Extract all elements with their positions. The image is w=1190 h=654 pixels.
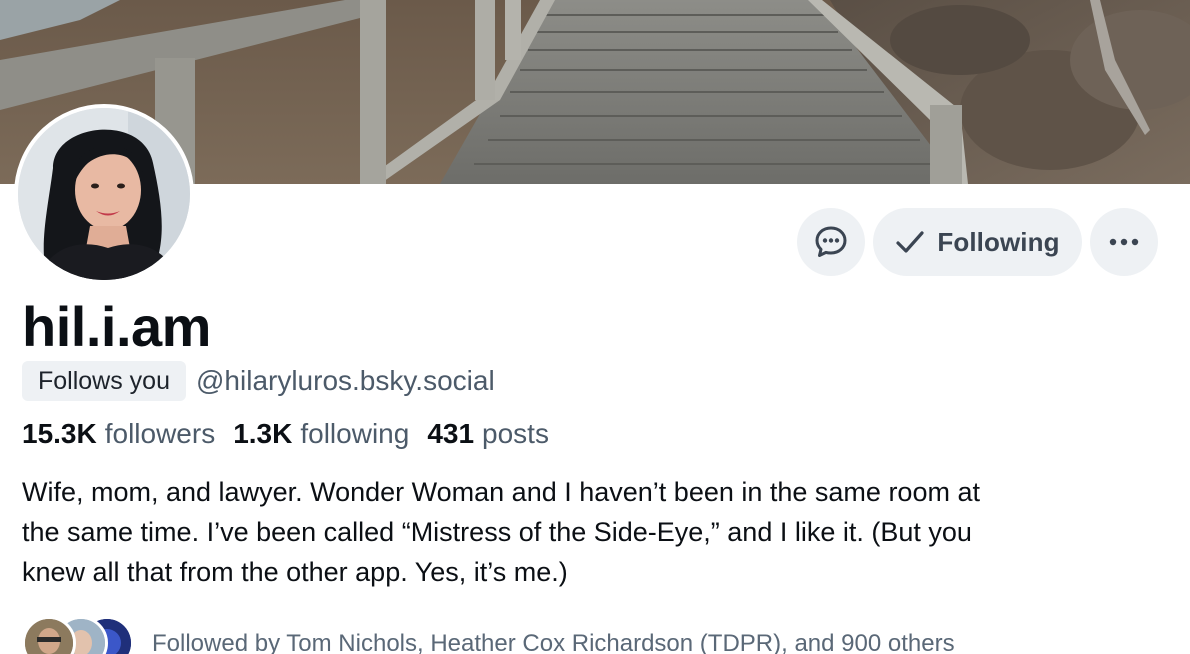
avatar-image [18,108,190,280]
posts-stat: 431 posts [427,414,549,454]
profile-stats: 15.3K followers 1.3K following 431 posts [22,414,549,454]
followed-by-text[interactable]: Followed by Tom Nichols, Heather Cox Ric… [152,630,955,654]
profile-avatar[interactable] [14,104,194,284]
ellipsis-icon [1109,238,1139,246]
followed-by-avatars [22,616,134,654]
profile-page: Following hil.i.am Follows you @hilarylu… [0,0,1190,654]
posts-label: posts [482,418,549,449]
following-count: 1.3K [233,418,293,449]
posts-count: 431 [427,418,475,449]
more-options-button[interactable] [1090,208,1158,276]
following-stat[interactable]: 1.3K following [233,414,409,454]
handle-row: Follows you @hilaryluros.bsky.social [22,361,495,401]
following-button[interactable]: Following [873,208,1082,276]
followers-label: followers [104,418,216,449]
profile-bio: Wife, mom, and lawyer. Wonder Woman and … [22,477,980,587]
follows-you-badge: Follows you [22,361,186,401]
following-label: following [300,418,410,449]
message-button[interactable] [797,208,865,276]
followed-by-row[interactable]: Followed by Tom Nichols, Heather Cox Ric… [22,616,955,654]
followers-count: 15.3K [22,418,97,449]
checkmark-icon [896,231,924,253]
followers-stat[interactable]: 15.3K followers [22,414,215,454]
following-button-label: Following [937,226,1060,257]
display-name: hil.i.am [22,295,211,358]
profile-handle: @hilaryluros.bsky.social [196,365,495,396]
chat-bubble-icon [815,226,847,257]
